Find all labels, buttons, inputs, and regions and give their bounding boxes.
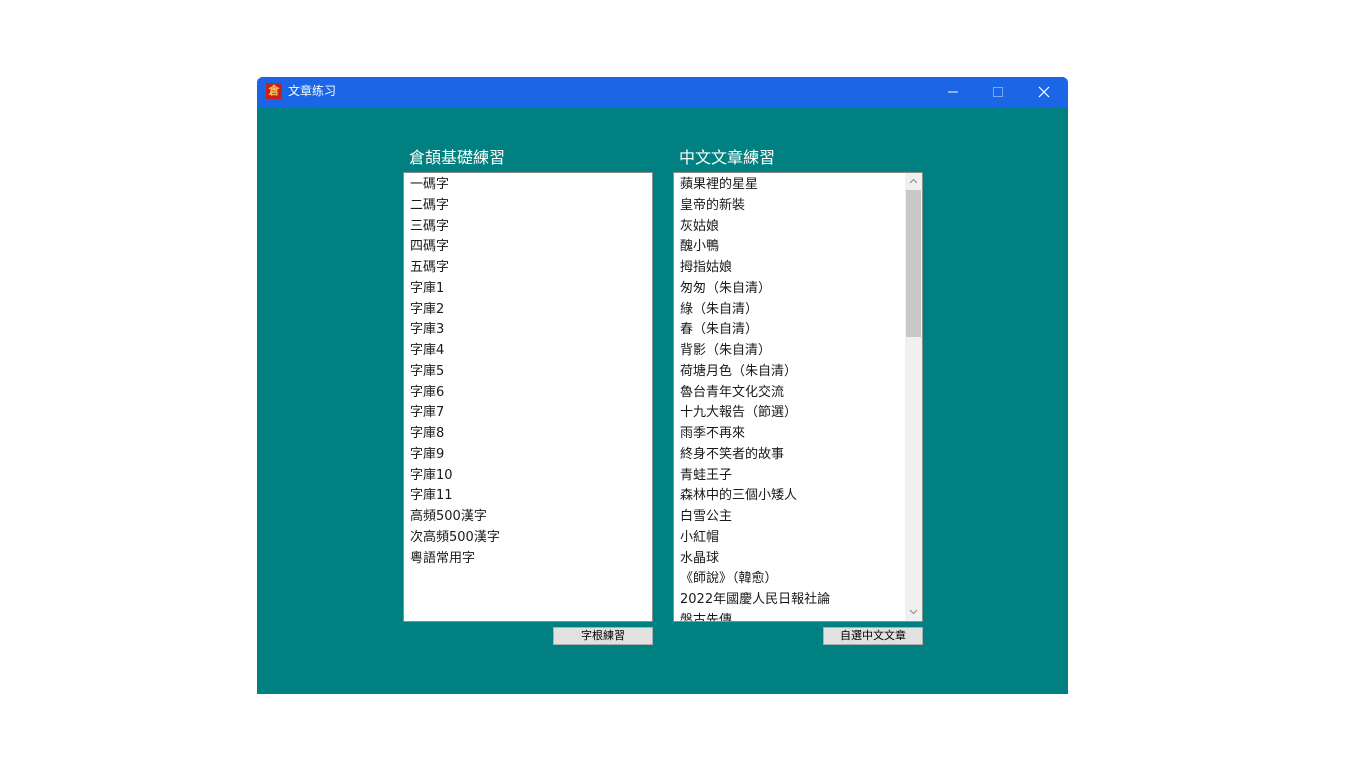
radical-practice-button[interactable]: 字根練習: [553, 627, 653, 645]
minimize-icon: [948, 91, 958, 93]
list-item[interactable]: 字庫9: [404, 445, 652, 466]
list-item[interactable]: 綠（朱自清）: [674, 300, 922, 321]
list-item[interactable]: 小紅帽: [674, 528, 922, 549]
maximize-icon: [993, 87, 1003, 97]
app-icon: 倉: [266, 83, 282, 99]
list-item[interactable]: 字庫10: [404, 466, 652, 487]
chevron-down-icon: [909, 609, 918, 615]
list-item[interactable]: 荷塘月色（朱自清）: [674, 362, 922, 383]
cangjie-basics-title: 倉頡基礎練習: [409, 148, 506, 167]
chevron-up-icon: [909, 178, 918, 184]
list-item[interactable]: 魯台青年文化交流: [674, 383, 922, 404]
list-item[interactable]: 字庫8: [404, 424, 652, 445]
list-item[interactable]: 字庫11: [404, 486, 652, 507]
list-item[interactable]: 一碼字: [404, 175, 652, 196]
title-bar[interactable]: 倉 文章练习: [257, 77, 1068, 107]
cangjie-basics-list[interactable]: 一碼字 二碼字 三碼字 四碼字 五碼字 字庫1 字庫2 字庫3 字庫4 字庫5 字庫6 字庫7 字庫8 字…: [403, 172, 653, 622]
list-item[interactable]: 白雪公主: [674, 507, 922, 528]
list-item[interactable]: 春（朱自清）: [674, 320, 922, 341]
close-icon: [1038, 86, 1050, 98]
custom-article-button[interactable]: 自選中文文章: [823, 627, 923, 645]
list-item[interactable]: 二碼字: [404, 196, 652, 217]
chinese-articles-title: 中文文章練習: [679, 148, 776, 167]
list-item[interactable]: 十九大報告（節選）: [674, 403, 922, 424]
list-item[interactable]: 醜小鴨: [674, 237, 922, 258]
list-item[interactable]: 皇帝的新裝: [674, 196, 922, 217]
list-item[interactable]: 水晶球: [674, 549, 922, 570]
list-item[interactable]: 字庫2: [404, 300, 652, 321]
list-item[interactable]: 背影（朱自清）: [674, 341, 922, 362]
list-item[interactable]: 匆匆（朱自清）: [674, 279, 922, 300]
list-item[interactable]: 拇指姑娘: [674, 258, 922, 279]
list-item[interactable]: 森林中的三個小矮人: [674, 486, 922, 507]
app-window: 倉 文章练习 倉頡基礎練習 一碼字 二碼字 三碼字 四碼字 五碼字 字庫1 字庫2 字庫3 字庫…: [257, 77, 1068, 694]
maximize-button[interactable]: [975, 77, 1021, 107]
list-item[interactable]: 四碼字: [404, 237, 652, 258]
list-item[interactable]: 字庫5: [404, 362, 652, 383]
list-item[interactable]: 盤古先傳: [674, 611, 922, 621]
list-item[interactable]: 字庫6: [404, 383, 652, 404]
list-item[interactable]: 雨季不再來: [674, 424, 922, 445]
list-item[interactable]: 字庫7: [404, 403, 652, 424]
list-item[interactable]: 高頻500漢字: [404, 507, 652, 528]
list-item[interactable]: 字庫4: [404, 341, 652, 362]
list-item[interactable]: 2022年國慶人民日報社論: [674, 590, 922, 611]
list-item[interactable]: 五碼字: [404, 258, 652, 279]
list-item[interactable]: 粵語常用字: [404, 549, 652, 570]
list-item[interactable]: 灰姑娘: [674, 217, 922, 238]
minimize-button[interactable]: [930, 77, 976, 107]
articles-scrollbar[interactable]: [905, 173, 922, 621]
chinese-articles-list[interactable]: 蘋果裡的星星 皇帝的新裝 灰姑娘 醜小鴨 拇指姑娘 匆匆（朱自清） 綠（朱自清） 春（朱自清）…: [673, 172, 923, 622]
list-item[interactable]: 《師說》（韓愈）: [674, 569, 922, 590]
list-item[interactable]: 字庫1: [404, 279, 652, 300]
window-title: 文章练习: [288, 84, 337, 98]
scroll-down-button[interactable]: [905, 604, 922, 621]
scrollbar-thumb[interactable]: [906, 190, 921, 337]
close-button[interactable]: [1021, 77, 1067, 107]
list-item[interactable]: 字庫3: [404, 320, 652, 341]
list-item[interactable]: 三碼字: [404, 217, 652, 238]
list-item[interactable]: 次高頻500漢字: [404, 528, 652, 549]
scroll-up-button[interactable]: [905, 173, 922, 190]
list-item[interactable]: 青蛙王子: [674, 466, 922, 487]
list-item[interactable]: 終身不笑者的故事: [674, 445, 922, 466]
list-item[interactable]: 蘋果裡的星星: [674, 175, 922, 196]
